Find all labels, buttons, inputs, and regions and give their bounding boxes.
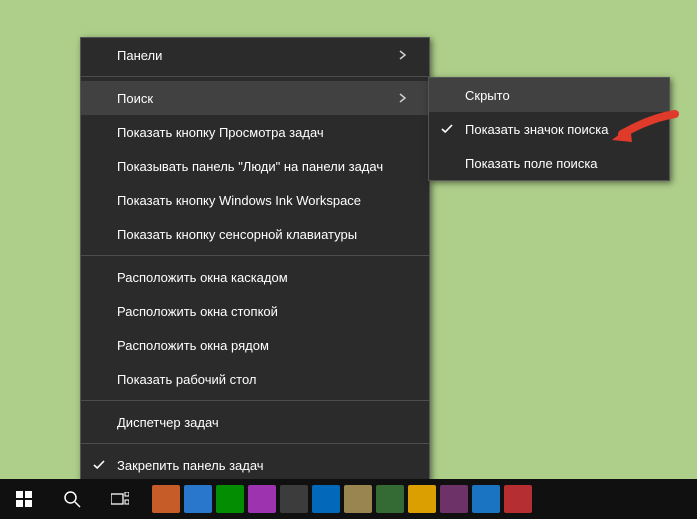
menu-item-show-desktop[interactable]: Показать рабочий стол bbox=[81, 362, 429, 396]
menu-item-label: Закрепить панель задач bbox=[117, 458, 415, 473]
check-icon bbox=[91, 457, 107, 473]
menu-item-touch-keyboard[interactable]: Показать кнопку сенсорной клавиатуры bbox=[81, 217, 429, 251]
submenu-item-show-search-box[interactable]: Показать поле поиска bbox=[429, 146, 669, 180]
search-button[interactable] bbox=[48, 479, 96, 519]
menu-item-ink-workspace[interactable]: Показать кнопку Windows Ink Workspace bbox=[81, 183, 429, 217]
menu-item-label: Показать кнопку Windows Ink Workspace bbox=[117, 193, 415, 208]
taskbar-app-icon[interactable] bbox=[184, 485, 212, 513]
menu-item-task-view-button[interactable]: Показать кнопку Просмотра задач bbox=[81, 115, 429, 149]
menu-item-label: Показать кнопку сенсорной клавиатуры bbox=[117, 227, 415, 242]
search-icon bbox=[63, 490, 81, 508]
menu-item-label: Панели bbox=[117, 48, 399, 63]
menu-item-label: Расположить окна рядом bbox=[117, 338, 415, 353]
chevron-right-icon bbox=[399, 50, 415, 60]
menu-item-task-manager[interactable]: Диспетчер задач bbox=[81, 405, 429, 439]
menu-item-label: Показать значок поиска bbox=[465, 122, 655, 137]
search-submenu: Скрыто Показать значок поиска Показать п… bbox=[428, 77, 670, 181]
taskbar-app-icon[interactable] bbox=[152, 485, 180, 513]
menu-item-label: Диспетчер задач bbox=[117, 415, 415, 430]
menu-item-label: Расположить окна каскадом bbox=[117, 270, 415, 285]
chevron-right-icon bbox=[399, 93, 415, 103]
taskbar-app-icon[interactable] bbox=[216, 485, 244, 513]
menu-item-label: Показать кнопку Просмотра задач bbox=[117, 125, 415, 140]
taskbar bbox=[0, 479, 697, 519]
taskbar-app-icon[interactable] bbox=[312, 485, 340, 513]
menu-item-label: Расположить окна стопкой bbox=[117, 304, 415, 319]
menu-item-toolbars[interactable]: Панели bbox=[81, 38, 429, 72]
taskbar-app-icon[interactable] bbox=[248, 485, 276, 513]
menu-item-stack-windows[interactable]: Расположить окна стопкой bbox=[81, 294, 429, 328]
menu-item-label: Показать рабочий стол bbox=[117, 372, 415, 387]
task-view-button[interactable] bbox=[96, 479, 144, 519]
taskbar-app-icon[interactable] bbox=[472, 485, 500, 513]
menu-separator bbox=[81, 76, 429, 77]
submenu-item-show-search-icon[interactable]: Показать значок поиска bbox=[429, 112, 669, 146]
task-view-icon bbox=[111, 492, 129, 506]
taskbar-app-icon[interactable] bbox=[376, 485, 404, 513]
menu-item-lock-taskbar[interactable]: Закрепить панель задач bbox=[81, 448, 429, 482]
check-icon bbox=[439, 121, 455, 137]
menu-separator bbox=[81, 400, 429, 401]
submenu-item-hidden[interactable]: Скрыто bbox=[429, 78, 669, 112]
menu-separator bbox=[81, 255, 429, 256]
menu-item-side-by-side[interactable]: Расположить окна рядом bbox=[81, 328, 429, 362]
windows-logo-icon bbox=[16, 491, 32, 507]
menu-separator bbox=[81, 443, 429, 444]
taskbar-app-icon[interactable] bbox=[280, 485, 308, 513]
taskbar-context-menu: Панели Поиск Показать кнопку Просмотра з… bbox=[80, 37, 430, 517]
menu-item-cascade-windows[interactable]: Расположить окна каскадом bbox=[81, 260, 429, 294]
menu-item-label: Показать поле поиска bbox=[465, 156, 655, 171]
taskbar-app-icon[interactable] bbox=[344, 485, 372, 513]
menu-item-people-bar[interactable]: Показывать панель "Люди" на панели задач bbox=[81, 149, 429, 183]
menu-item-label: Поиск bbox=[117, 91, 399, 106]
menu-item-search[interactable]: Поиск bbox=[81, 81, 429, 115]
menu-item-label: Скрыто bbox=[465, 88, 655, 103]
taskbar-app-icon[interactable] bbox=[504, 485, 532, 513]
menu-item-label: Показывать панель "Люди" на панели задач bbox=[117, 159, 415, 174]
taskbar-app-icons bbox=[152, 485, 532, 513]
taskbar-app-icon[interactable] bbox=[408, 485, 436, 513]
start-button[interactable] bbox=[0, 479, 48, 519]
taskbar-app-icon[interactable] bbox=[440, 485, 468, 513]
